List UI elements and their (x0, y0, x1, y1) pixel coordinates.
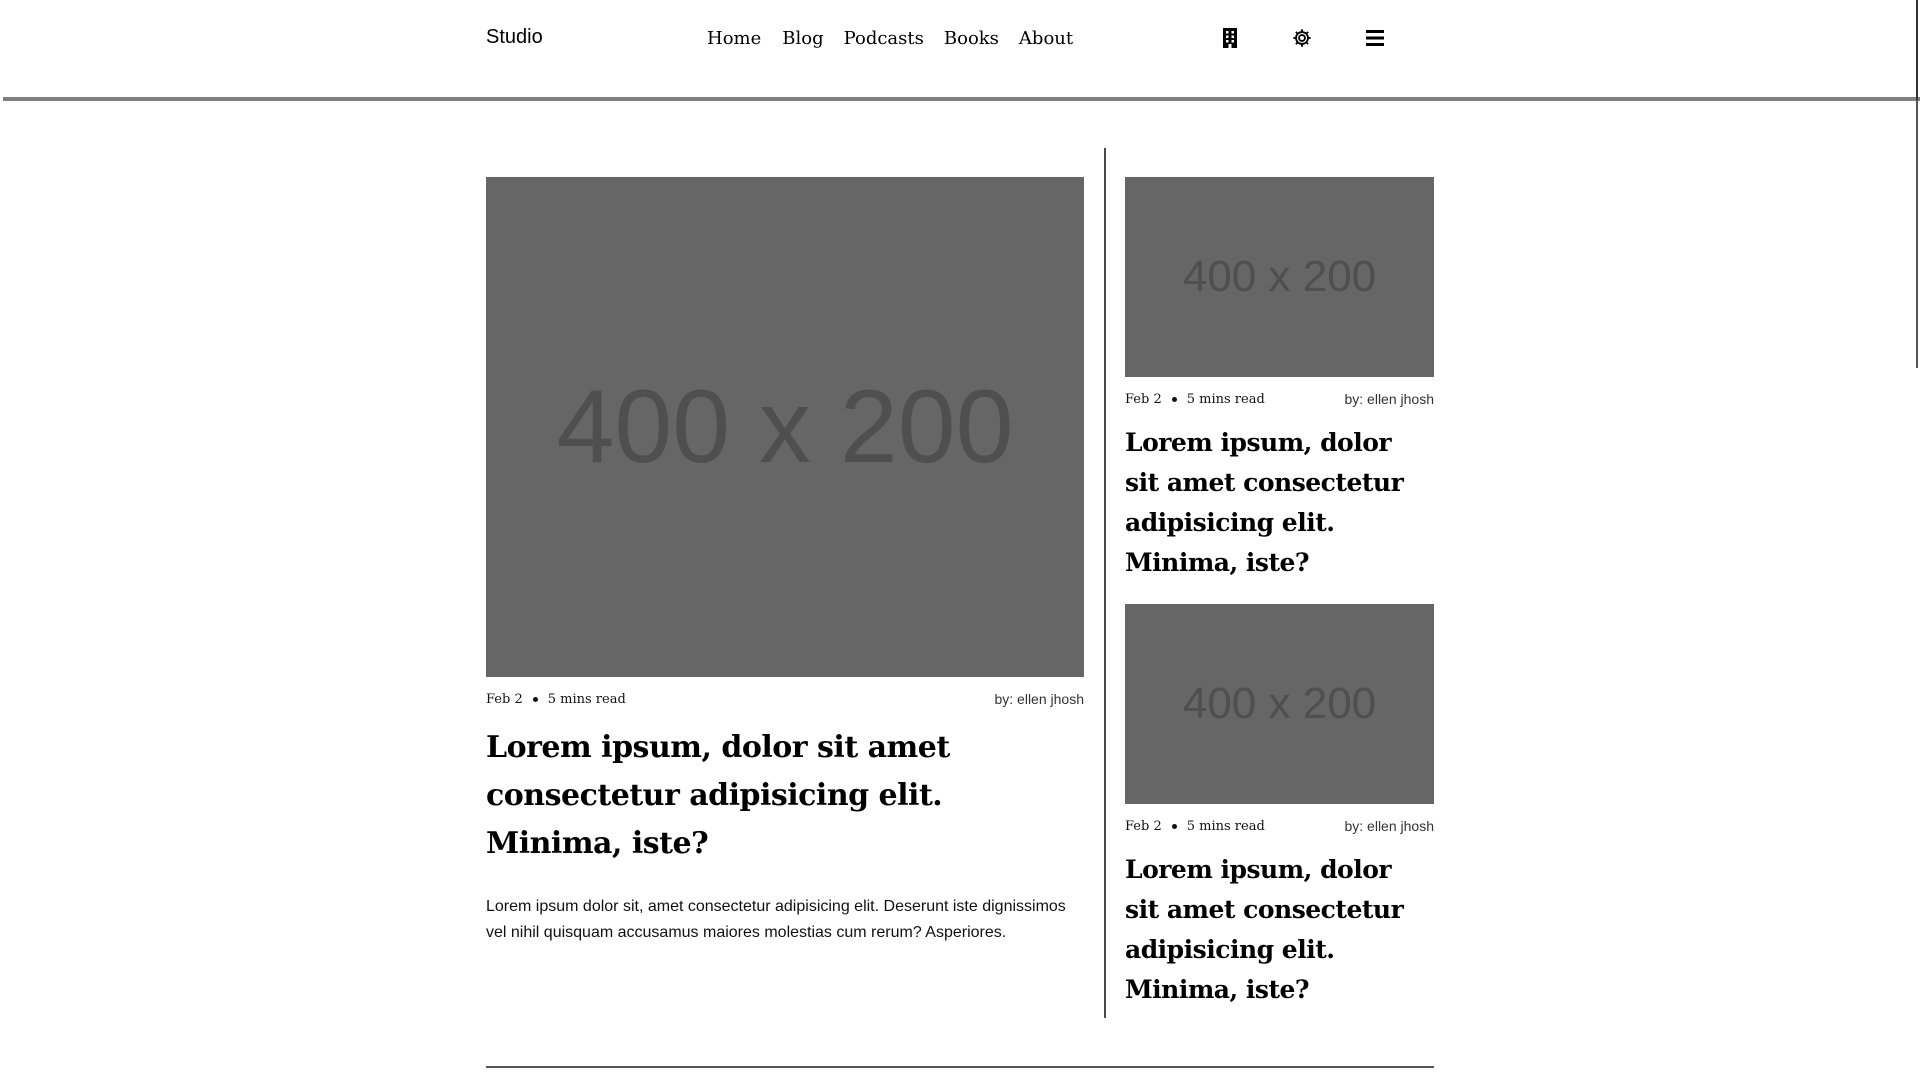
article-meta: Feb 2 5 mins read by: ellen jhosh (1125, 816, 1434, 836)
read-time: 5 mins read (1186, 391, 1265, 407)
read-time: 5 mins read (547, 691, 626, 707)
section-bottom-divider (486, 1066, 1434, 1068)
separator-dot-icon (532, 696, 538, 702)
hamburger-menu-icon[interactable] (1362, 25, 1388, 51)
separator-dot-icon (1171, 823, 1177, 829)
side-article[interactable]: 400 x 200 Feb 2 5 mins read by: ellen jh… (1125, 604, 1434, 1010)
column-divider (1104, 148, 1106, 1018)
nav-home[interactable]: Home (707, 28, 761, 49)
side-image-placeholder[interactable]: 400 x 200 (1125, 604, 1434, 804)
side-image-placeholder[interactable]: 400 x 200 (1125, 177, 1434, 377)
featured-image-placeholder[interactable]: 400 x 200 (486, 177, 1084, 677)
read-time: 5 mins read (1186, 818, 1265, 834)
separator-dot-icon (1171, 396, 1177, 402)
placeholder-label: 400 x 200 (556, 368, 1014, 485)
placeholder-label: 400 x 200 (1182, 252, 1377, 301)
article-author: by: ellen jhosh (1344, 391, 1434, 407)
side-headline[interactable]: Lorem ipsum, dolor sit amet consectetur … (1125, 850, 1415, 1010)
article-date: Feb 2 (486, 691, 523, 707)
nav-blog[interactable]: Blog (782, 28, 823, 49)
nav-books[interactable]: Books (944, 28, 999, 49)
featured-article[interactable]: 400 x 200 Feb 2 5 mins read by: ellen jh… (486, 177, 1084, 946)
article-date: Feb 2 (1125, 818, 1162, 834)
site-header: Studio Home Blog Podcasts Books About (0, 0, 1920, 101)
article-date: Feb 2 (1125, 391, 1162, 407)
article-meta: Feb 2 5 mins read by: ellen jhosh (1125, 389, 1434, 409)
building-icon[interactable] (1217, 25, 1243, 51)
brand-logo[interactable]: Studio (486, 26, 543, 49)
featured-excerpt: Lorem ipsum dolor sit, amet consectetur … (486, 898, 1066, 941)
nav-about[interactable]: About (1019, 28, 1073, 49)
article-author: by: ellen jhosh (1344, 818, 1434, 834)
article-meta: Feb 2 5 mins read by: ellen jhosh (486, 689, 1084, 709)
side-article[interactable]: 400 x 200 Feb 2 5 mins read by: ellen jh… (1125, 177, 1434, 583)
nav-podcasts[interactable]: Podcasts (844, 28, 924, 49)
main-nav: Home Blog Podcasts Books About (707, 28, 1073, 49)
featured-headline[interactable]: Lorem ipsum, dolor sit amet consectetur … (486, 724, 956, 868)
gear-icon[interactable] (1289, 25, 1315, 51)
scrollbar-thumb[interactable] (1916, 100, 1918, 368)
header-divider (3, 97, 1920, 101)
page-edge-line (1916, 0, 1918, 100)
placeholder-label: 400 x 200 (1182, 679, 1377, 728)
side-headline[interactable]: Lorem ipsum, dolor sit amet consectetur … (1125, 423, 1415, 583)
article-author: by: ellen jhosh (994, 691, 1084, 707)
